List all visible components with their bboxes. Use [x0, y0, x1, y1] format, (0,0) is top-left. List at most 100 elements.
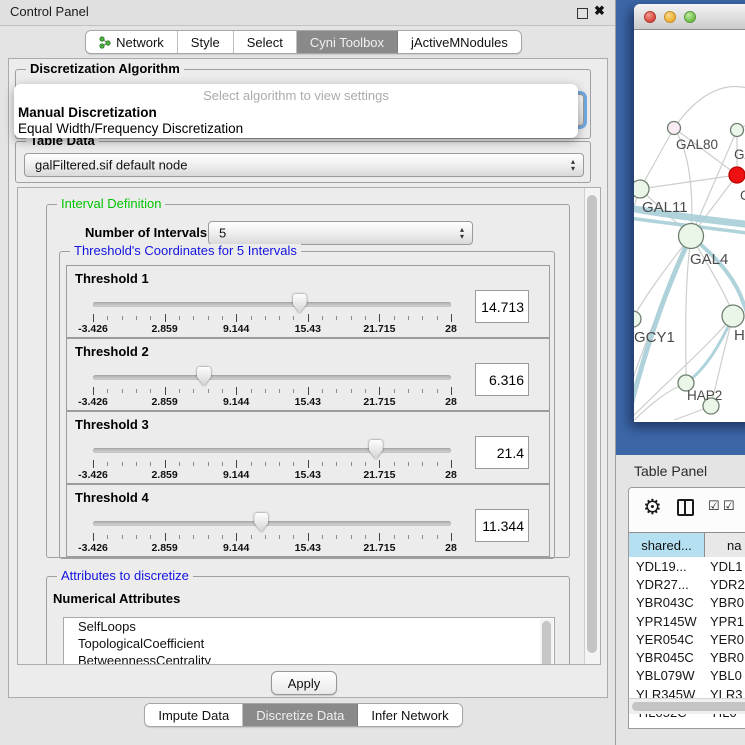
network-icon — [99, 36, 111, 49]
table-row[interactable]: YPR145WYPR1 — [629, 612, 745, 630]
control-panel-titlebar[interactable]: Control Panel ✖ — [0, 0, 615, 26]
tab-impute-data[interactable]: Impute Data — [145, 704, 243, 726]
threshold-3-label: Threshold 3 — [75, 417, 149, 432]
slider-thumb[interactable] — [254, 513, 268, 532]
table-row[interactable]: YDR27...YDR2 — [629, 575, 745, 593]
table-row[interactable]: YBR043CYBR0 — [629, 594, 745, 612]
node-label: C — [740, 188, 745, 203]
cyni-toolbox-panel: Discretization Algorithm Table Data galF… — [8, 58, 608, 698]
node-label: GCY1 — [634, 329, 675, 346]
table-horizontal-scrollbar[interactable] — [629, 698, 745, 714]
table-data-value: galFiltered.sif default node — [35, 158, 187, 173]
node-label: GAL80 — [676, 137, 718, 152]
table-toolbar: ⚙ ☑ ☑ — [629, 488, 745, 532]
checkbox-select-all-icon[interactable]: ☑ — [708, 498, 720, 514]
column-header-name[interactable]: na — [705, 533, 745, 558]
float-window-icon[interactable] — [577, 8, 588, 19]
table-row[interactable]: YBL079WYBL0 — [629, 667, 745, 685]
slider-scale: -3.4262.8599.14415.4321.71528 — [93, 469, 451, 481]
split-columns-icon[interactable] — [677, 499, 694, 516]
interval-definition-label: Interval Definition — [57, 197, 165, 211]
threshold-3-panel: Threshold 3 -3.4262.8599.14415.4321.7152… — [66, 411, 550, 484]
control-panel-tabs: Network Style Select Cyni Toolbox jActiv… — [0, 30, 607, 54]
threshold-1-label: Threshold 1 — [75, 271, 149, 286]
scrollbar-thumb[interactable] — [632, 702, 745, 711]
table-row[interactable]: YBR045CYBR0 — [629, 648, 745, 666]
table-data-combobox[interactable]: galFiltered.sif default node ▴▾ — [24, 153, 584, 177]
threshold-1-slider[interactable]: -3.4262.8599.14415.4321.71528 — [93, 294, 451, 336]
apply-button[interactable]: Apply — [271, 671, 337, 695]
algorithm-dropdown-popup: Select algorithm to view settings Manual… — [14, 84, 578, 138]
network-window-titlebar[interactable] — [634, 4, 745, 30]
attributes-list-scrollbar[interactable] — [540, 619, 553, 665]
slider-scale: -3.4262.8599.14415.4321.71528 — [93, 323, 451, 335]
table-row[interactable]: YDL19...YDL1 — [629, 557, 745, 575]
network-graph — [634, 30, 745, 420]
table-row[interactable]: YER054CYER0 — [629, 630, 745, 648]
node-label: H — [734, 327, 745, 344]
slider-thumb[interactable] — [197, 367, 211, 386]
threshold-4-label: Threshold 4 — [75, 490, 149, 505]
column-header-shared-name[interactable]: shared... — [629, 533, 705, 558]
threshold-2-value[interactable]: 6.316 — [475, 363, 529, 396]
node-table-window: ⚙ ☑ ☑ shared... na YDL19...YDL1 YDR27...… — [628, 487, 745, 729]
thresholds-group: Threshold's Coordinates for 5 Intervals … — [59, 251, 555, 559]
slider-thumb[interactable] — [293, 294, 307, 313]
threshold-4-panel: Threshold 4 -3.4262.8599.14415.4321.7152… — [66, 484, 550, 557]
threshold-3-value[interactable]: 21.4 — [475, 436, 529, 469]
tab-style[interactable]: Style — [178, 31, 234, 53]
settings-vertical-scrollbar[interactable] — [584, 188, 600, 664]
gear-icon[interactable]: ⚙ — [643, 495, 662, 520]
list-item[interactable]: BetweennessCentrality — [64, 652, 554, 665]
slider-thumb[interactable] — [369, 440, 383, 459]
numerical-attributes-list[interactable]: SelfLoops TopologicalCoefficient Between… — [63, 617, 555, 665]
threshold-2-slider[interactable]: -3.4262.8599.14415.4321.71528 — [93, 367, 451, 409]
number-of-intervals-label: Number of Intervals — [85, 225, 207, 240]
threshold-2-panel: Threshold 2 -3.4262.8599.14415.4321.7152… — [66, 338, 550, 411]
interval-definition-group: Interval Definition Number of Intervals … — [46, 204, 570, 558]
slider-ticks — [93, 533, 451, 541]
threshold-3-slider[interactable]: -3.4262.8599.14415.4321.71528 — [93, 440, 451, 482]
tab-select[interactable]: Select — [234, 31, 297, 53]
table-panel: Table Panel ⚙ ☑ ☑ shared... na YDL19...Y… — [616, 455, 745, 745]
minimize-button[interactable] — [664, 11, 676, 23]
tab-cyni-toolbox[interactable]: Cyni Toolbox — [297, 31, 398, 53]
slider-track[interactable] — [93, 521, 451, 526]
slider-ticks — [93, 387, 451, 395]
number-of-intervals-combobox[interactable]: 5 ▴▾ — [208, 221, 473, 245]
popup-option-equal-width-frequency[interactable]: Equal Width/Frequency Discretization — [18, 121, 243, 136]
node-label: HAP2 — [687, 388, 722, 403]
close-button[interactable] — [644, 11, 656, 23]
threshold-1-value[interactable]: 14.713 — [475, 290, 529, 323]
scrollbar-thumb[interactable] — [587, 195, 597, 653]
attributes-group-label: Attributes to discretize — [57, 569, 193, 583]
tab-jactivemnodules[interactable]: jActiveMNodules — [398, 31, 521, 53]
threshold-4-value[interactable]: 11.344 — [475, 509, 529, 542]
threshold-4-slider[interactable]: -3.4262.8599.14415.4321.71528 — [93, 513, 451, 555]
slider-track[interactable] — [93, 302, 451, 307]
tab-network[interactable]: Network — [86, 31, 178, 53]
slider-track[interactable] — [93, 375, 451, 380]
table-header: shared... na — [629, 532, 745, 559]
zoom-button[interactable] — [684, 11, 696, 23]
list-item[interactable]: SelfLoops — [64, 618, 554, 635]
tab-discretize-data[interactable]: Discretize Data — [243, 704, 358, 726]
network-canvas[interactable]: GAL80 GA C GAL11 GAL4 GCY1 H HAP2 — [634, 30, 745, 420]
numerical-attributes-label: Numerical Attributes — [53, 591, 180, 606]
slider-scale: -3.4262.8599.14415.4321.71528 — [93, 396, 451, 408]
checkbox-select-none-icon[interactable]: ☑ — [723, 498, 735, 514]
combo-spinner-icon: ▴▾ — [460, 226, 464, 240]
bottom-tabs: Impute Data Discretize Data Infer Networ… — [0, 703, 607, 727]
tab-network-label: Network — [116, 35, 164, 50]
threshold-2-label: Threshold 2 — [75, 344, 149, 359]
number-of-intervals-value: 5 — [219, 226, 226, 241]
tab-infer-network[interactable]: Infer Network — [358, 704, 461, 726]
attributes-group: Attributes to discretize Numerical Attri… — [46, 576, 570, 665]
close-panel-icon[interactable]: ✖ — [594, 3, 605, 19]
thresholds-group-label: Threshold's Coordinates for 5 Intervals — [70, 244, 301, 258]
popup-option-manual-discretization[interactable]: Manual Discretization — [18, 105, 157, 120]
slider-track[interactable] — [93, 448, 451, 453]
discretization-algorithm-label: Discretization Algorithm — [26, 62, 184, 76]
list-item[interactable]: TopologicalCoefficient — [64, 635, 554, 652]
table-panel-title: Table Panel — [634, 463, 707, 479]
